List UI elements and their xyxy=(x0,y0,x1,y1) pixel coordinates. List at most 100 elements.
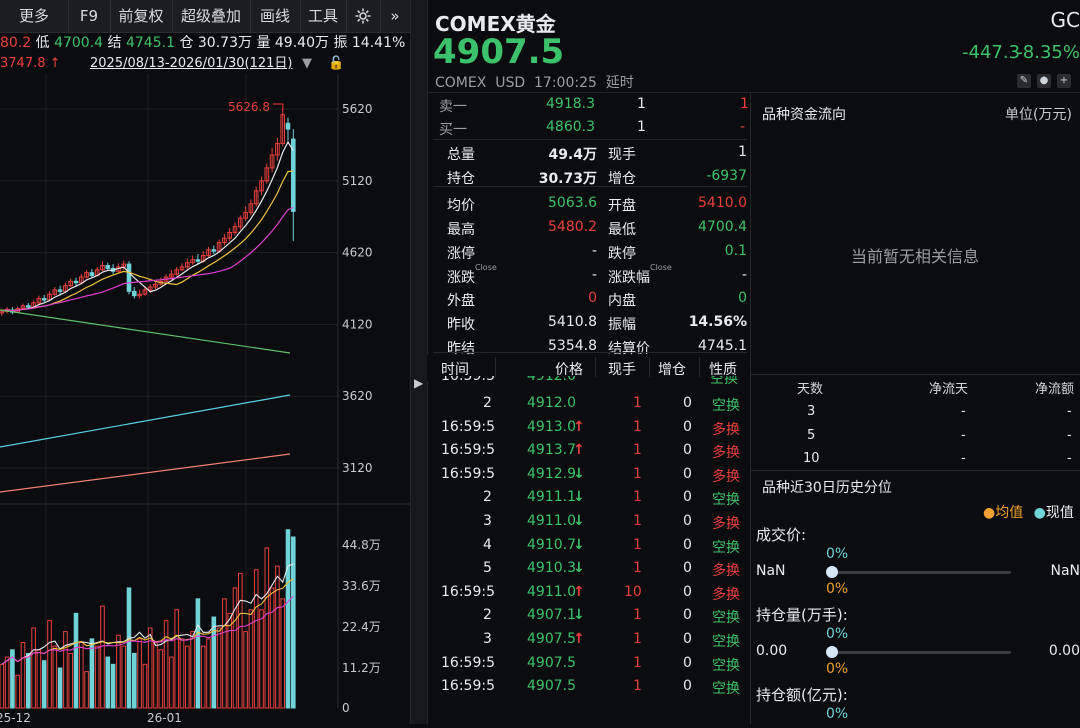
trade-qty: 1 xyxy=(633,560,642,577)
stat-label-2: 最低 xyxy=(608,222,636,239)
chevrons-right-icon[interactable]: » xyxy=(380,0,410,32)
trade-time: 16:59:5 xyxy=(441,654,495,671)
volume-bar xyxy=(269,587,275,709)
oi-label: 仓 xyxy=(179,35,194,51)
trade-qty: 1 xyxy=(633,536,642,553)
volume-bar xyxy=(73,612,79,709)
volume-bar xyxy=(4,656,10,709)
more-button[interactable]: 更多 xyxy=(0,0,69,32)
percentile-title: 品种近30日历史分位 xyxy=(762,480,892,496)
volume-bar xyxy=(26,652,31,709)
volume-bar xyxy=(137,638,142,709)
pct-slider-knob[interactable] xyxy=(826,566,838,578)
candle-body xyxy=(26,305,31,308)
avg-dot-icon: ● xyxy=(983,505,996,521)
stat-value: 49.4万 xyxy=(548,147,597,163)
stat-label-2: 开盘 xyxy=(608,198,636,215)
stat-value-2: 4700.4 xyxy=(698,219,747,236)
stat-label: 持仓 xyxy=(447,170,475,187)
trade-nature: 空换 xyxy=(712,657,740,674)
pct-slider-track[interactable] xyxy=(831,571,1011,574)
kline-chart[interactable]: 5626.8 5620 5120 4620 4120 3620 3120 44.8万 33.6… xyxy=(0,74,410,725)
tools-button[interactable]: 工具 xyxy=(300,0,347,32)
trade-qty: 1 xyxy=(633,465,642,482)
arrow-up-icon: ↑ xyxy=(573,583,585,600)
super-overlay-button[interactable]: 超级叠加 xyxy=(172,0,251,32)
date-range[interactable]: 2025/08/13-2026/01/30(121日) xyxy=(90,54,293,74)
volume-bar xyxy=(238,572,243,709)
trade-row: 3 4911.0 ↓ 1 0 多换 xyxy=(427,513,750,535)
pct-slider-track[interactable] xyxy=(831,651,1011,654)
stat-label: 昨收 xyxy=(447,316,475,333)
volume-bar xyxy=(47,620,52,709)
draw-line-button[interactable]: 画线 xyxy=(250,0,301,32)
percentile-legend: ●均值 ●现值 xyxy=(983,502,1074,522)
stat-value-2: 1 xyxy=(738,144,747,160)
stat-value: 5480.2 xyxy=(548,219,597,236)
trade-price: 4913.7 xyxy=(527,442,576,459)
triangle-down-icon[interactable]: ▼ xyxy=(302,54,312,74)
volume-bar xyxy=(291,536,296,709)
volume-bar xyxy=(126,587,132,709)
trade-oi: 0 xyxy=(683,465,692,482)
candle-body xyxy=(41,298,47,301)
trade-oi: 0 xyxy=(683,654,692,671)
arrow-down-icon: ↓ xyxy=(573,607,585,624)
fund-flow-title: 品种资金流向 xyxy=(762,107,846,123)
candle-body xyxy=(89,272,95,277)
trade-nature: 空换 xyxy=(712,492,740,509)
stat-value-2: 0.1 xyxy=(724,242,747,259)
candle-body xyxy=(105,265,111,269)
play-right-icon[interactable]: ▶ xyxy=(414,376,423,390)
trade-time: 16:59:5 xyxy=(441,465,495,482)
volume-bar xyxy=(163,620,169,709)
trade-row: 3 4907.5 ↑ 1 0 空换 xyxy=(427,631,750,653)
orderbook-chg: 1 xyxy=(740,96,749,112)
candle-body xyxy=(195,259,201,262)
flow-days: 10 xyxy=(803,451,820,466)
trade-nature: 空换 xyxy=(712,539,740,556)
price-change: -447.3 xyxy=(962,42,1021,63)
trade-row: 16:59:5 4913.0 ↑ 1 0 多换 xyxy=(427,419,750,441)
stat-close-sup: Close xyxy=(475,262,497,272)
arrow-up-icon: ↑ xyxy=(573,631,585,647)
instrument-code: GC xyxy=(1050,8,1080,32)
pct-max: NaN xyxy=(1050,563,1080,579)
gear-icon[interactable] xyxy=(346,0,381,32)
panel-divider[interactable]: ▶ xyxy=(410,0,428,724)
volume-bar xyxy=(89,638,95,709)
add-icon[interactable]: + xyxy=(1057,74,1071,88)
trade-price: 4907.1 xyxy=(527,607,576,624)
pct-slider-knob[interactable] xyxy=(826,646,838,658)
trade-nature: 多换 xyxy=(712,563,740,580)
col-days: 天数 xyxy=(797,382,824,397)
f9-button[interactable]: F9 xyxy=(68,0,111,32)
stat-label: 涨跌 xyxy=(447,269,475,286)
low-marker: 3747.8 xyxy=(0,56,46,71)
trade-row: 16:59:5 4913.7 ↑ 1 0 多换 xyxy=(427,442,750,464)
partial-time: 16:59:5 xyxy=(441,376,495,384)
volume-bar xyxy=(15,674,20,709)
volume-bar xyxy=(275,565,280,709)
lock-icon[interactable]: 🔓 xyxy=(328,54,344,74)
stat-value-2: 5410.0 xyxy=(698,195,747,212)
trade-time: 16:59:5 xyxy=(441,678,495,695)
pct-current: 0% xyxy=(826,626,849,642)
candle-body xyxy=(132,290,137,297)
stat-value: 5410.8 xyxy=(548,313,597,330)
trade-oi: 0 xyxy=(683,395,692,411)
edit-icon[interactable]: ✎ xyxy=(1017,74,1031,88)
chart-toolbar: 更多 F9 前复权 超级叠加 画线 工具 » xyxy=(0,0,410,33)
trade-oi: 0 xyxy=(683,607,692,624)
flow-net-amt: - xyxy=(1067,451,1072,466)
trade-row: 5 4910.3 ↓ 1 0 多换 xyxy=(427,560,750,582)
trade-price: 4911.0 xyxy=(527,513,576,529)
trade-price: 4910.7 xyxy=(527,536,576,553)
col-net-days: 净流天 xyxy=(929,382,969,397)
fund-flow-empty: 当前暂无相关信息 xyxy=(851,247,980,266)
bell-icon[interactable]: ● xyxy=(1037,74,1051,88)
volume-bar xyxy=(185,645,190,709)
forward-adjust-button[interactable]: 前复权 xyxy=(110,0,173,32)
trade-time: 2 xyxy=(483,489,492,506)
trade-qty: 1 xyxy=(633,654,642,671)
